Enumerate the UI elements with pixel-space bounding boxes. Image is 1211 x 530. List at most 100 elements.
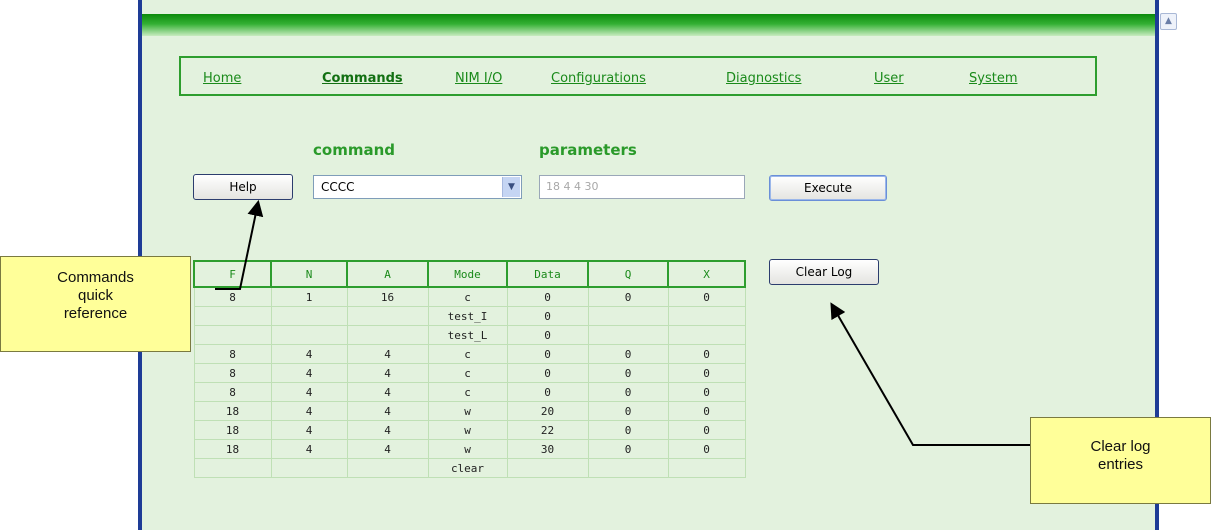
column-header: Data [506, 260, 589, 288]
table-cell: 0 [667, 286, 746, 307]
table-cell: 18 [193, 420, 272, 440]
table-cell: 0 [667, 344, 746, 364]
table-cell: 8 [193, 363, 272, 383]
table-cell: test_I [427, 306, 508, 326]
callout-line: quick [77, 287, 114, 304]
table-cell: 4 [346, 363, 429, 383]
clear-log-button[interactable]: Clear Log [769, 259, 879, 285]
table-cell: 16 [346, 286, 429, 307]
callout-clear-log: Clear log entries [1030, 417, 1211, 504]
log-header-row: F N A Mode Data Q X [193, 260, 746, 288]
table-cell [587, 325, 669, 345]
table-cell [270, 306, 348, 326]
command-select[interactable]: CCCC ▼ [313, 175, 522, 199]
nav-item-home[interactable]: Home [203, 71, 241, 86]
table-cell: 0 [506, 325, 589, 345]
table-cell [587, 458, 669, 478]
scroll-up-icon[interactable]: ▲ [1160, 13, 1177, 30]
table-cell [667, 306, 746, 326]
table-cell: 0 [667, 401, 746, 421]
callout-line: Commands [57, 269, 134, 286]
table-cell: 4 [270, 344, 348, 364]
table-cell: 8 [193, 344, 272, 364]
table-cell: 0 [587, 439, 669, 459]
callout-line: reference [63, 305, 128, 322]
table-cell: c [427, 286, 508, 307]
command-select-value: CCCC [321, 180, 355, 194]
table-cell: 22 [506, 420, 589, 440]
table-cell [193, 458, 272, 478]
column-header: Mode [427, 260, 508, 288]
table-row: test_L 0 [193, 325, 746, 345]
table-cell: clear [427, 458, 508, 478]
table-cell: 4 [346, 420, 429, 440]
table-row: 844c000 [193, 382, 746, 402]
main-nav: Home Commands NIM I/O Configurations Dia… [179, 56, 1097, 96]
help-button[interactable]: Help [193, 174, 293, 200]
table-row: 18 4 4 w 30 0 0 [193, 439, 746, 459]
table-cell [193, 325, 272, 345]
table-cell: 0 [667, 439, 746, 459]
nav-item-user[interactable]: User [874, 71, 904, 86]
table-cell: 8 [193, 382, 272, 402]
column-header: Q [587, 260, 669, 288]
table-cell [346, 306, 429, 326]
table-cell [587, 306, 669, 326]
table-cell: 0 [667, 363, 746, 383]
header-bar [142, 14, 1155, 36]
column-header: A [346, 260, 429, 288]
table-cell: 0 [506, 306, 589, 326]
log-table: F N A Mode Data Q X 8 1 16 c 0 0 0 test_I 0 test_… [193, 260, 746, 478]
table-cell: 0 [506, 344, 589, 364]
table-cell: w [427, 420, 508, 440]
nav-item-configurations[interactable]: Configurations [551, 71, 646, 86]
table-cell [667, 325, 746, 345]
table-cell: 0 [667, 420, 746, 440]
execute-button[interactable]: Execute [769, 175, 887, 201]
chevron-down-icon[interactable]: ▼ [502, 177, 520, 197]
table-cell: c [427, 382, 508, 402]
table-row: 844c000 [193, 363, 746, 383]
table-row: clear [193, 458, 746, 478]
column-header: N [270, 260, 348, 288]
nav-item-commands[interactable]: Commands [322, 71, 403, 86]
table-cell [346, 325, 429, 345]
table-row: 18 4 4 w 20 0 0 [193, 401, 746, 421]
table-cell [193, 306, 272, 326]
table-cell: test_L [427, 325, 508, 345]
table-cell: 4 [270, 382, 348, 402]
table-cell: 0 [587, 286, 669, 307]
nav-item-diagnostics[interactable]: Diagnostics [726, 71, 801, 86]
table-cell: 4 [270, 363, 348, 383]
table-row: 844c000 [193, 344, 746, 364]
table-cell: 0 [506, 382, 589, 402]
nav-item-nim-io[interactable]: NIM I/O [455, 71, 502, 86]
nav-item-system[interactable]: System [969, 71, 1017, 86]
table-cell: 0 [667, 382, 746, 402]
table-cell: 0 [587, 420, 669, 440]
table-cell: 4 [270, 420, 348, 440]
callout-quick-reference: Commands quick reference [0, 256, 191, 352]
column-header: X [667, 260, 746, 288]
table-cell: c [427, 344, 508, 364]
table-cell [270, 458, 348, 478]
table-cell: w [427, 401, 508, 421]
parameters-label: parameters [539, 141, 637, 159]
table-cell: 20 [506, 401, 589, 421]
table-cell [506, 458, 589, 478]
table-cell: 4 [346, 401, 429, 421]
table-cell: 0 [587, 382, 669, 402]
table-cell [270, 325, 348, 345]
table-cell: 4 [270, 401, 348, 421]
table-cell: 18 [193, 401, 272, 421]
table-cell: 0 [506, 363, 589, 383]
table-cell: 4 [270, 439, 348, 459]
table-cell: 0 [587, 363, 669, 383]
table-cell: 4 [346, 439, 429, 459]
table-row: 8 1 16 c 0 0 0 [193, 286, 746, 307]
parameters-input[interactable]: 18 4 4 30 [539, 175, 745, 199]
table-cell: 4 [346, 382, 429, 402]
callout-line: entries [1097, 456, 1144, 473]
column-header: F [193, 260, 272, 288]
callout-line: Clear log [1090, 438, 1151, 455]
